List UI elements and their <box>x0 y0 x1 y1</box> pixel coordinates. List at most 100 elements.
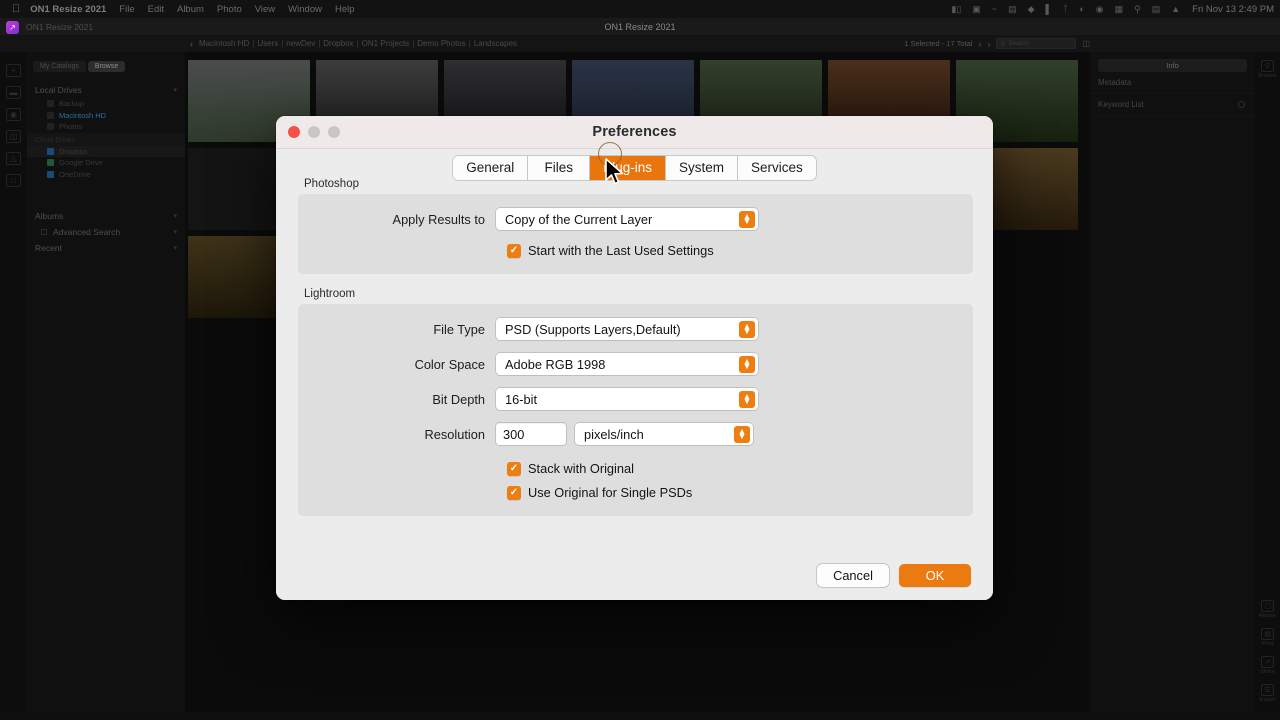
tool-browse[interactable]: ⚲ Browse <box>1258 60 1277 79</box>
sidebar-item-onedrive[interactable]: OneDrive <box>27 169 185 181</box>
previous-photo-button[interactable]: ‹ <box>978 39 981 49</box>
breadcrumb-item-6[interactable]: Landscapes <box>474 39 517 48</box>
stack-with-original-row[interactable]: ✓ Stack with Original <box>507 461 973 476</box>
use-original-row[interactable]: ✓ Use Original for Single PSDs <box>507 485 973 500</box>
tool-resize[interactable]: ▢ Resize <box>1259 600 1276 619</box>
menu-item-file[interactable]: File <box>119 4 134 15</box>
ok-button[interactable]: OK <box>899 563 971 587</box>
segment-my-catalogs[interactable]: My Catalogs <box>33 61 86 72</box>
tool-print[interactable]: ▤ Print <box>1261 628 1274 647</box>
menu-item-view[interactable]: View <box>255 4 275 15</box>
favorite-heart-icon[interactable]: ♡ <box>1070 192 1078 203</box>
stack-with-original-checkbox[interactable]: ✓ <box>507 461 521 476</box>
resolution-unit-select[interactable]: pixels/inch ▲ ▼ <box>575 423 753 445</box>
tilde-icon[interactable]: ~ <box>992 4 997 14</box>
sidebar-item-backup[interactable]: Backup <box>27 98 185 110</box>
sidebar-item-dropbox[interactable]: Dropbox <box>27 145 185 157</box>
dropbox-icon[interactable]: ◆ <box>1028 4 1035 15</box>
folder-icon[interactable]: ◫ <box>1082 39 1090 48</box>
apply-results-select[interactable]: Copy of the Current Layer ▲ ▼ <box>496 208 758 230</box>
zoom-button[interactable] <box>328 126 340 138</box>
stepper-icon[interactable]: ▲ ▼ <box>734 425 750 443</box>
menu-item-window[interactable]: Window <box>288 4 322 15</box>
search-icon: ⚲ <box>1000 40 1006 48</box>
bluetooth-icon[interactable]: ᛏ <box>1063 4 1068 14</box>
tab-info[interactable]: Info <box>1098 59 1247 72</box>
tool-export[interactable]: ☰ Export <box>1260 684 1275 703</box>
sidebar-item-albums[interactable]: Albums ▾ <box>27 208 185 224</box>
color-space-select[interactable]: Adobe RGB 1998 ▲ ▼ <box>496 353 758 375</box>
sidebar-item-macintosh-hd[interactable]: Macintosh HD <box>27 110 185 122</box>
menu-item-photo[interactable]: Photo <box>217 4 242 15</box>
stepper-icon[interactable]: ▲ ▼ <box>739 390 755 408</box>
box-icon[interactable]: □ <box>6 174 21 187</box>
breadcrumb[interactable]: ‹ Macintosh HD | Users | newDev | Dropbo… <box>190 39 517 49</box>
menu-item-album[interactable]: Album <box>177 4 204 15</box>
chevron-down-icon[interactable]: ▾ <box>173 244 177 252</box>
breadcrumb-item-1[interactable]: Users <box>257 39 278 48</box>
breadcrumb-item-3[interactable]: Dropbox <box>323 39 353 48</box>
triangle-icon[interactable]: △ <box>6 152 21 165</box>
use-original-checkbox[interactable]: ✓ <box>507 485 521 500</box>
refresh-icon[interactable] <box>1238 101 1245 108</box>
folder-stack-icon[interactable]: ◫ <box>6 130 21 143</box>
stepper-icon[interactable]: ▲ ▼ <box>739 355 755 373</box>
sidebar-item-advanced-search[interactable]: Advanced Search ▾ <box>27 224 185 240</box>
sidebar-section-local-drives[interactable]: Local Drives ▾ <box>27 82 185 98</box>
menu-item-help[interactable]: Help <box>335 4 355 15</box>
wifi-icon[interactable]: ◐ <box>1079 4 1084 14</box>
clock-badge-icon[interactable]: ◉ <box>1096 4 1104 15</box>
menu-item-edit[interactable]: Edit <box>148 4 164 15</box>
breadcrumb-back-icon[interactable]: ‹ <box>190 39 193 49</box>
bars-icon[interactable]: ▌ <box>1046 4 1052 14</box>
sidebar-segment-control[interactable]: My Catalogs Browse <box>33 61 185 72</box>
chevron-down-icon[interactable]: ▾ <box>173 228 177 236</box>
close-button[interactable] <box>288 126 300 138</box>
minimize-button[interactable] <box>308 126 320 138</box>
menu-item-app[interactable]: ON1 Resize 2021 <box>30 4 106 15</box>
tab-files[interactable]: Files <box>528 156 591 180</box>
file-type-select[interactable]: PSD (Supports Layers,Default) ▲ ▼ <box>496 318 758 340</box>
menubar-clock[interactable]: Fri Nov 13 2:49 PM <box>1192 4 1274 15</box>
stepper-icon[interactable]: ▲ ▼ <box>739 320 755 338</box>
breadcrumb-item-4[interactable]: ON1 Projects <box>362 39 410 48</box>
tab-system[interactable]: System <box>666 156 739 180</box>
sidebar-section-cloud-drives[interactable]: Cloud Drives <box>27 132 185 146</box>
search-icon[interactable]: ⚲ <box>1134 4 1141 15</box>
keyboard-icon[interactable]: ▦ <box>1115 4 1124 15</box>
sidebar-item-photos[interactable]: Photos <box>27 121 185 133</box>
cancel-button[interactable]: Cancel <box>817 563 889 587</box>
user-icon[interactable]: ▲ <box>1171 4 1180 14</box>
start-last-used-row[interactable]: ✓ Start with the Last Used Settings <box>507 243 973 258</box>
start-last-used-checkbox[interactable]: ✓ <box>507 243 521 258</box>
panel-row-keyword-list[interactable]: Keyword List <box>1090 94 1255 116</box>
signal-icon[interactable]: ▮▯ <box>951 4 961 15</box>
advanced-search-checkbox[interactable] <box>41 229 47 235</box>
breadcrumb-item-0[interactable]: Macintosh HD <box>199 39 249 48</box>
chevron-down-icon[interactable]: ▾ <box>173 86 177 94</box>
stepper-icon[interactable]: ▲ ▼ <box>739 210 755 228</box>
tab-general[interactable]: General <box>453 156 529 180</box>
tool-share[interactable]: ↗ Share <box>1260 656 1275 675</box>
sidebar-item-recent[interactable]: Recent ▾ <box>27 240 185 256</box>
dialog-body: Photoshop Apply Results to Copy of the C… <box>276 178 993 600</box>
camera-icon[interactable]: ◉ <box>6 108 21 121</box>
sidebar-item-google-drive[interactable]: Google Drive <box>27 157 185 169</box>
add-icon[interactable]: + <box>6 64 21 77</box>
display-icon[interactable]: ▤ <box>1008 4 1017 15</box>
resolution-input[interactable]: 300 <box>496 423 566 445</box>
stepper-down-icon: ▼ <box>737 431 747 441</box>
screen-record-icon[interactable]: ▣ <box>972 4 981 15</box>
apple-icon[interactable]:  <box>12 3 20 15</box>
control-center-icon[interactable]: ▤ <box>1152 4 1161 15</box>
panel-row-metadata[interactable]: Metadata <box>1090 72 1255 94</box>
breadcrumb-item-5[interactable]: Demo Photos <box>417 39 465 48</box>
breadcrumb-item-2[interactable]: newDev <box>286 39 315 48</box>
chevron-down-icon[interactable]: ▾ <box>173 212 177 220</box>
segment-browse[interactable]: Browse <box>87 61 126 72</box>
next-photo-button[interactable]: › <box>987 39 990 49</box>
search-input[interactable]: ⚲ Search <box>996 38 1077 49</box>
monitor-icon[interactable]: ▬ <box>6 86 21 99</box>
bit-depth-select[interactable]: 16-bit ▲ ▼ <box>496 388 758 410</box>
tab-services[interactable]: Services <box>738 156 816 180</box>
